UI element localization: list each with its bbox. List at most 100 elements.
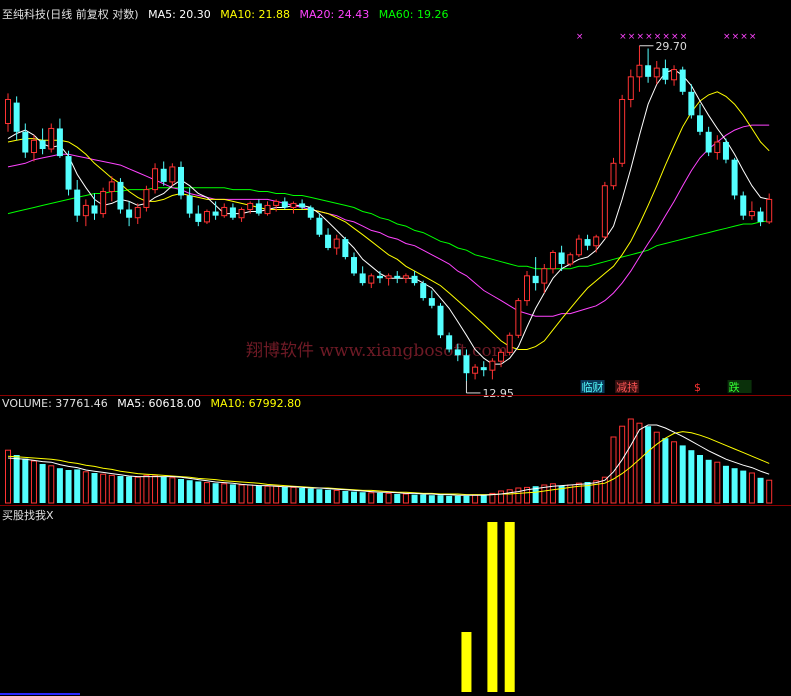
volume-bar	[143, 474, 150, 504]
candle	[420, 280, 427, 301]
volume-bar	[498, 490, 505, 504]
candle-body	[636, 64, 643, 78]
volume-bar	[359, 492, 366, 503]
volume-bar	[463, 495, 470, 503]
volume-bar	[307, 488, 314, 503]
candle	[593, 234, 600, 253]
candle	[489, 358, 496, 380]
candle-body	[74, 189, 81, 216]
candle-body	[342, 239, 349, 258]
candle	[766, 193, 773, 225]
candle	[195, 205, 202, 227]
volume-bar	[472, 494, 479, 504]
volume-bar	[281, 486, 288, 503]
candle-body	[524, 275, 530, 302]
volume-bar	[13, 455, 20, 503]
candle	[325, 228, 332, 251]
volume-bar	[385, 492, 392, 504]
candle	[221, 203, 228, 218]
volume-bar	[671, 441, 678, 504]
volume-bar	[290, 486, 297, 504]
indicator-name: 买股找我X	[2, 509, 54, 522]
volume-bar	[446, 495, 453, 503]
candle-body	[13, 102, 20, 132]
candle	[428, 290, 435, 309]
candle-body	[472, 366, 479, 374]
volume-bar	[428, 495, 435, 503]
candle-body	[619, 98, 626, 164]
volume-bar	[506, 489, 513, 504]
volume-bar	[100, 473, 107, 504]
candle-body	[532, 275, 539, 284]
candle-body	[506, 334, 513, 353]
stock-chart[interactable]: 翔博软件 www.xiangbosoft.com × × × × × × × × × × × × × 2…	[0, 0, 791, 696]
candle	[740, 191, 747, 220]
candle	[359, 266, 366, 286]
volume-bar	[186, 480, 193, 503]
candle-body	[100, 191, 107, 215]
candle	[100, 187, 107, 218]
candle-body	[671, 69, 678, 81]
candle	[480, 361, 487, 377]
candle-body	[255, 203, 262, 214]
volume-ma5-value: MA5: 60618.00	[117, 397, 201, 410]
volume-bar	[697, 455, 703, 503]
candle-body	[229, 207, 236, 218]
volume-bar	[376, 492, 383, 503]
candle-body	[91, 205, 98, 214]
candle	[5, 93, 11, 132]
signal-marker: ×	[619, 32, 627, 42]
candle-body	[30, 139, 37, 154]
candle-body	[454, 349, 461, 356]
candle-body	[290, 202, 297, 208]
indicator-header: 买股找我X	[2, 507, 60, 523]
volume-bar	[619, 425, 626, 504]
candle-body	[203, 211, 210, 223]
candle	[541, 263, 548, 294]
candle-body	[740, 195, 747, 216]
candle	[714, 135, 721, 160]
candle-body	[653, 67, 660, 78]
candle	[446, 332, 453, 353]
candle	[48, 123, 55, 153]
candle-body	[247, 202, 254, 210]
candle	[91, 193, 98, 220]
candle-body	[178, 166, 184, 196]
event-tag-2: 减持	[616, 380, 638, 394]
candle	[757, 207, 764, 227]
candle-body	[368, 275, 375, 284]
candle	[264, 201, 271, 216]
volume-bar	[255, 485, 262, 503]
volume-bar	[238, 484, 245, 504]
volume-bar	[126, 476, 133, 503]
candle-body	[333, 238, 340, 249]
volume-bar	[515, 487, 522, 504]
volume-bar	[411, 494, 418, 503]
candle	[731, 157, 738, 200]
price-pane-separator	[0, 395, 791, 396]
signal-marker: ×	[645, 32, 653, 42]
candle	[653, 60, 660, 85]
candle	[671, 65, 678, 86]
candle-body	[22, 131, 29, 153]
volume-bar	[195, 481, 202, 503]
volume-bar	[178, 479, 184, 503]
candle-body	[394, 275, 401, 279]
ma5-value: MA5: 20.30	[148, 8, 211, 21]
candle	[134, 203, 141, 225]
volume-bar	[212, 483, 219, 503]
volume-bar	[65, 470, 72, 503]
ma20-line	[7, 124, 770, 317]
candle-body	[593, 236, 600, 247]
candle	[376, 271, 383, 284]
candle-body	[48, 127, 55, 150]
volume-bar	[117, 476, 124, 503]
candle	[645, 48, 652, 83]
candle-body	[39, 140, 46, 149]
volume-bar	[22, 458, 29, 503]
volume-header: VOLUME: 37761.46 MA5: 60618.00 MA10: 679…	[2, 397, 307, 410]
candle	[56, 118, 63, 158]
candle-body	[143, 189, 150, 208]
candle-body	[108, 181, 115, 193]
candle-body	[705, 131, 712, 153]
